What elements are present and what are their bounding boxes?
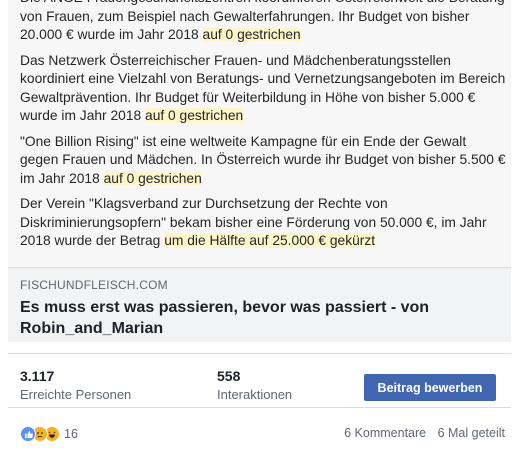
shares-link[interactable]: 6 Mal geteilt [438,426,505,440]
paragraph-highlight: auf 0 gestrichen [103,170,202,186]
boost-post-button[interactable]: Beitrag bewerben [364,374,496,401]
reach-label: Erreichte Personen [20,387,132,402]
link-headline[interactable]: Es muss erst was passieren, bevor was pa… [20,297,490,339]
paragraph-text: "One Billion Rising" ist eine weltweite … [20,133,506,186]
post-insights: 3.117 Erreichte Personen 558 Interaktion… [8,353,511,408]
paragraph-highlight: auf 0 gestrichen [202,27,301,42]
link-preview-image[interactable]: Die ANGE Frauengesundheitszentren koordi… [8,0,511,267]
comments-link[interactable]: 6 Kommentare [344,426,426,440]
paragraph-text: Das Netzwerk Österreichischer Frauen- un… [20,52,506,124]
preview-paragraph: Das Netzwerk Österreichischer Frauen- un… [20,52,508,126]
engagement-meta: 6 Kommentare 6 Mal geteilt [344,426,505,440]
paragraph-highlight: auf 0 gestrichen [145,108,244,123]
interactions-value: 558 [217,368,241,384]
post-card: Die ANGE Frauengesundheitszentren koordi… [0,0,519,461]
paragraph-highlight: um die Hälfte auf 25.000 € gekürzt [164,233,376,248]
preview-paragraph: Der Verein "Klagsverband zur Durchsetzun… [20,195,508,251]
reaction-count: 16 [64,427,78,441]
preview-paragraph: Die ANGE Frauengesundheitszentren koordi… [20,0,508,45]
interactions-stat[interactable]: 558 Interaktionen [217,368,292,402]
preview-paragraph: "One Billion Rising" ist eine weltweite … [20,133,508,189]
reach-value: 3.117 [20,368,55,384]
interactions-label: Interaktionen [217,387,293,402]
reach-stat[interactable]: 3.117 Erreichte Personen [20,368,131,402]
reactions-summary[interactable]: 16 [20,425,78,443]
like-icon [20,426,36,442]
link-attachment[interactable]: FISCHUNDFLEISCH.COM Es muss erst was pas… [8,267,511,342]
link-domain: FISCHUNDFLEISCH.COM [20,278,168,292]
post-footer: 16 6 Kommentare 6 Mal geteilt [8,418,511,448]
